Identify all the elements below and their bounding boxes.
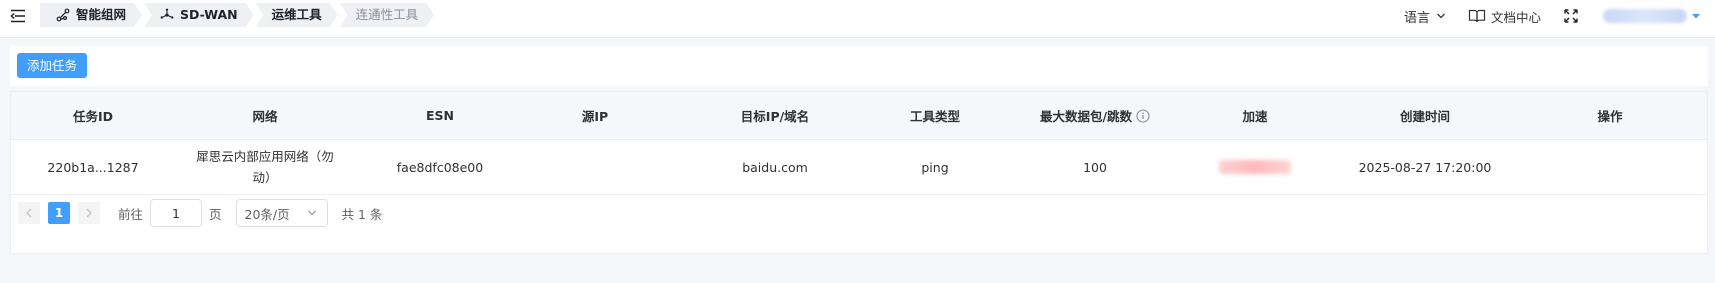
chevron-down-icon	[307, 210, 316, 216]
table-header: 任务ID 网络 ESN 源IP 目标IP/域名 工具类型 最大数据包/跳数 加速…	[11, 92, 1707, 140]
column-header-target: 目标IP/域名	[740, 109, 810, 124]
header-actions: 语言 文档中心	[1404, 0, 1715, 32]
avatar	[1603, 9, 1687, 23]
column-header-network: 网络	[252, 109, 278, 124]
cell-max-packets: 100	[1083, 159, 1107, 175]
goto-prefix: 前往	[118, 206, 144, 222]
column-header-source-ip: 源IP	[581, 109, 609, 124]
caret-down-icon	[1692, 14, 1700, 19]
top-bar: 智能组网 SD-WAN 运维工具 连通性工具 语言 文档中心	[0, 0, 1715, 38]
info-icon[interactable]	[1136, 108, 1150, 123]
goto-page-input[interactable]	[150, 199, 203, 227]
breadcrumb-item-connectivity-tools: 连通性工具	[340, 3, 435, 27]
column-header-esn: ESN	[425, 108, 454, 123]
breadcrumb-label: 智能组网	[76, 7, 127, 22]
user-menu[interactable]	[1603, 9, 1701, 23]
column-header-tool-type: 工具类型	[909, 109, 960, 124]
fullscreen-icon[interactable]	[1563, 8, 1579, 24]
cell-actions	[1545, 140, 1675, 194]
menu-toggle-icon[interactable]	[10, 8, 26, 24]
breadcrumb-label: 连通性工具	[355, 7, 419, 22]
column-header-max-packets: 最大数据包/跳数	[985, 92, 1205, 139]
total-count: 共 1 条	[341, 206, 383, 222]
cell-created-at: 2025-08-27 17:20:00	[1358, 159, 1492, 175]
column-header-acceleration: 加速	[1242, 109, 1268, 124]
task-table: 任务ID 网络 ESN 源IP 目标IP/域名 工具类型 最大数据包/跳数 加速…	[10, 91, 1708, 254]
breadcrumb: 智能组网 SD-WAN 运维工具 连通性工具	[40, 3, 436, 27]
pagination: 1 前往 页 20条/页 共 1 条	[18, 198, 382, 228]
breadcrumb-label: 运维工具	[271, 7, 322, 22]
book-icon	[1468, 9, 1486, 23]
cell-network: 犀思云内部应用网络（勿 动）	[175, 140, 355, 194]
cell-tool-type: ping	[921, 159, 949, 175]
sdwan-icon	[160, 8, 174, 22]
language-label: 语言	[1403, 10, 1430, 26]
network-icon	[56, 8, 70, 22]
docs-center-link[interactable]: 文档中心	[1468, 7, 1541, 26]
chevron-down-icon	[1437, 13, 1445, 19]
prev-page-button[interactable]	[18, 202, 40, 224]
language-selector[interactable]: 语言	[1404, 7, 1446, 26]
cell-network-line1: 犀思云内部应用网络（勿	[196, 149, 334, 164]
column-header-created-at: 创建时间	[1399, 109, 1450, 124]
redacted-value	[1219, 160, 1291, 174]
next-page-button[interactable]	[78, 202, 100, 224]
breadcrumb-item-smart-network[interactable]: 智能组网	[40, 3, 142, 27]
cell-task-id: 220b1a...1287	[47, 159, 139, 175]
cell-acceleration	[1205, 140, 1305, 194]
chevron-left-icon	[26, 208, 32, 218]
column-header-actions: 操作	[1597, 109, 1623, 124]
goto-suffix: 页	[209, 206, 222, 222]
page-size-select[interactable]: 20条/页	[235, 199, 328, 227]
chevron-right-icon	[86, 208, 92, 218]
add-task-button[interactable]: 添加任务	[17, 53, 88, 78]
column-header-task-id: 任务ID	[72, 109, 114, 124]
breadcrumb-label: SD-WAN	[180, 7, 238, 22]
page-size-value: 20条/页	[244, 206, 290, 222]
toolbar: 添加任务	[10, 46, 1708, 86]
cell-source-ip	[525, 140, 665, 194]
column-header-label: 最大数据包/跳数	[1039, 109, 1133, 124]
docs-label: 文档中心	[1490, 9, 1541, 25]
table-row: 220b1a...1287 犀思云内部应用网络（勿 动） fae8dfc08e0…	[11, 140, 1707, 195]
cell-network-line2: 动）	[252, 170, 278, 185]
cell-esn: fae8dfc08e00	[396, 159, 484, 175]
cell-target: baidu.com	[742, 159, 808, 175]
breadcrumb-item-ops-tools[interactable]: 运维工具	[256, 3, 338, 27]
breadcrumb-item-sdwan[interactable]: SD-WAN	[144, 3, 254, 27]
page-number-current[interactable]: 1	[48, 202, 70, 224]
